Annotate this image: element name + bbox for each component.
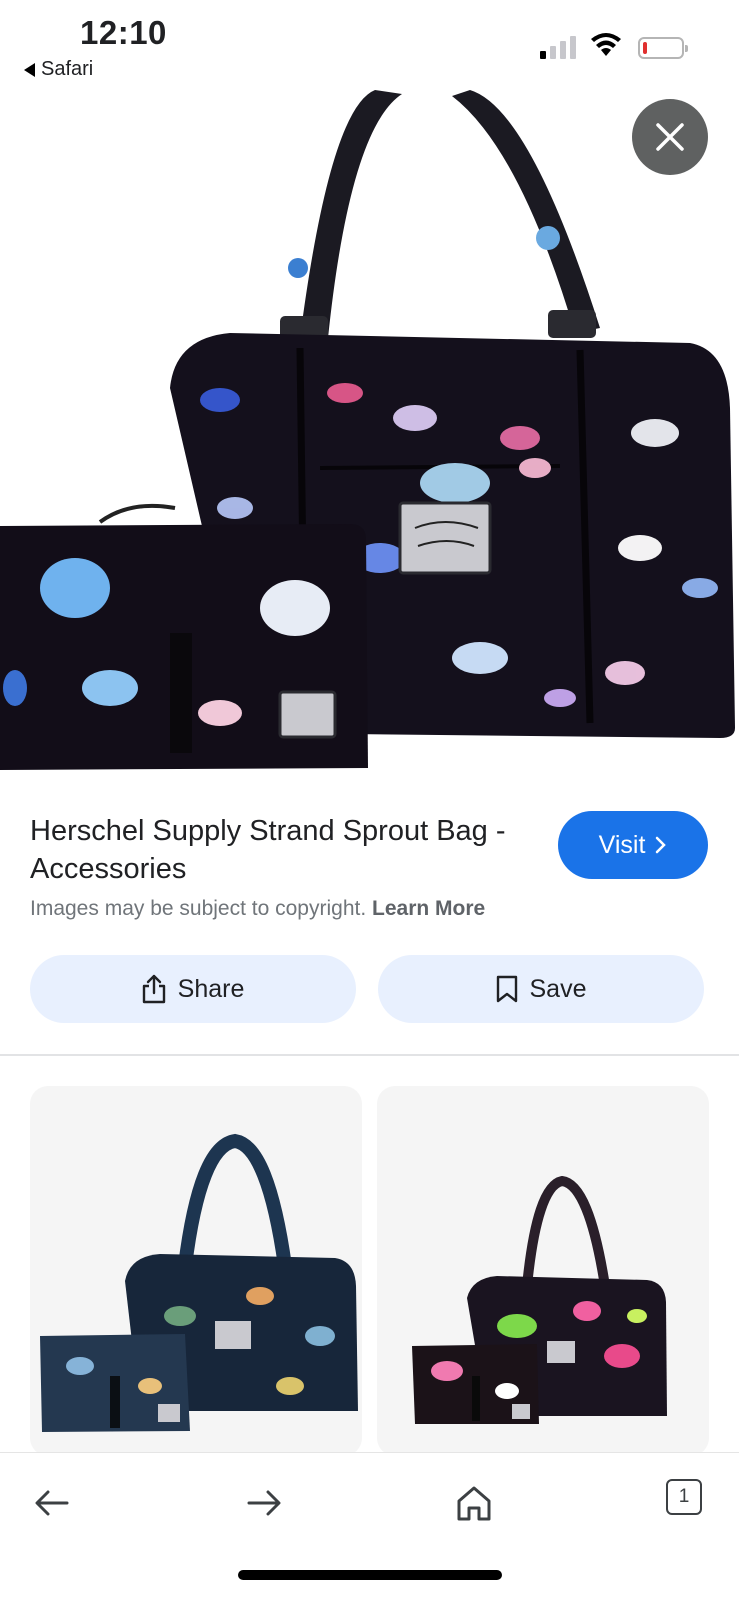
learn-more-link[interactable]: Learn More	[372, 897, 485, 920]
status-bar: 12:10 Safari	[0, 0, 739, 90]
home-indicator[interactable]	[238, 1570, 502, 1580]
copyright-text: Images may be subject to copyright.	[30, 897, 367, 920]
back-triangle-icon	[24, 62, 35, 77]
visit-label: Visit	[598, 830, 646, 859]
forward-button[interactable]	[234, 1473, 294, 1533]
visit-button[interactable]: Visit	[558, 811, 708, 879]
forward-arrow-icon	[247, 1490, 281, 1516]
section-divider	[0, 1054, 739, 1056]
cellular-signal-icon	[540, 36, 576, 59]
product-image[interactable]	[0, 88, 739, 788]
wifi-icon	[591, 33, 621, 56]
tab-count-label: 1	[678, 1486, 690, 1507]
close-button[interactable]	[632, 99, 708, 175]
status-time: 12:10	[80, 14, 167, 51]
share-label: Share	[177, 974, 245, 1003]
close-icon	[656, 123, 684, 151]
back-arrow-icon	[35, 1490, 69, 1516]
related-image-card[interactable]	[377, 1086, 709, 1456]
bag-illustration	[0, 90, 735, 770]
battery-icon	[638, 37, 688, 59]
save-button[interactable]: Save	[378, 955, 704, 1023]
chevron-right-icon	[656, 836, 667, 854]
result-title[interactable]: Herschel Supply Strand Sprout Bag - Acce…	[30, 812, 550, 888]
save-label: Save	[529, 974, 587, 1003]
related-image-card[interactable]	[30, 1086, 362, 1456]
share-icon	[142, 974, 165, 1004]
back-to-app-button[interactable]: Safari	[24, 58, 93, 81]
copyright-notice: Images may be subject to copyright. Lear…	[30, 897, 485, 921]
back-app-label: Safari	[41, 58, 94, 80]
home-button[interactable]	[444, 1473, 504, 1533]
related-bag-image	[40, 1133, 358, 1432]
share-button[interactable]: Share	[30, 955, 356, 1023]
home-icon	[457, 1486, 491, 1521]
bookmark-icon	[496, 975, 517, 1003]
related-bag-image	[412, 1175, 667, 1424]
tabs-button[interactable]: 1	[666, 1479, 702, 1515]
back-button[interactable]	[22, 1473, 82, 1533]
